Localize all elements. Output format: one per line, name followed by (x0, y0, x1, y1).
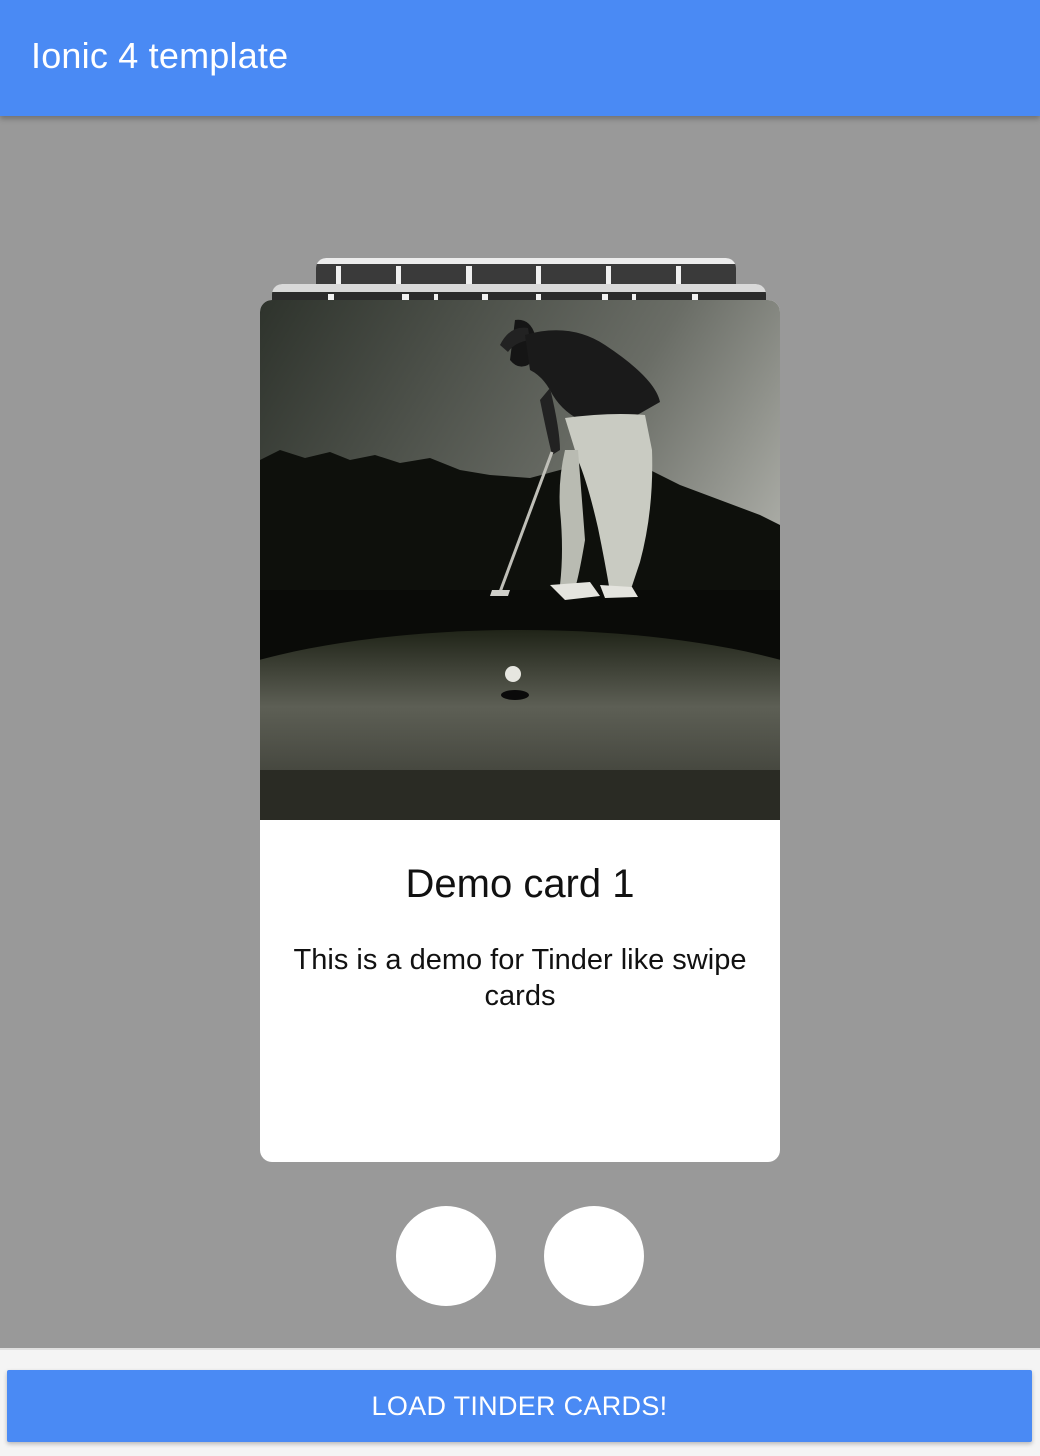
card-description: This is a demo for Tinder like swipe car… (293, 944, 747, 1012)
card-image (260, 300, 780, 820)
footer: LOAD TINDER CARDS! (0, 1348, 1040, 1456)
card-title: Demo card 1 (405, 862, 635, 906)
swipe-card[interactable]: Demo card 1 This is a demo for Tinder li… (260, 300, 780, 1162)
load-tinder-cards-button[interactable]: LOAD TINDER CARDS! (7, 1370, 1032, 1442)
app-toolbar: Ionic 4 template (0, 0, 1040, 116)
card-content: Demo card 1 This is a demo for Tinder li… (260, 820, 780, 1014)
page-title: Ionic 4 template (31, 35, 289, 76)
dislike-button[interactable] (396, 1206, 496, 1306)
like-button[interactable] (544, 1206, 644, 1306)
